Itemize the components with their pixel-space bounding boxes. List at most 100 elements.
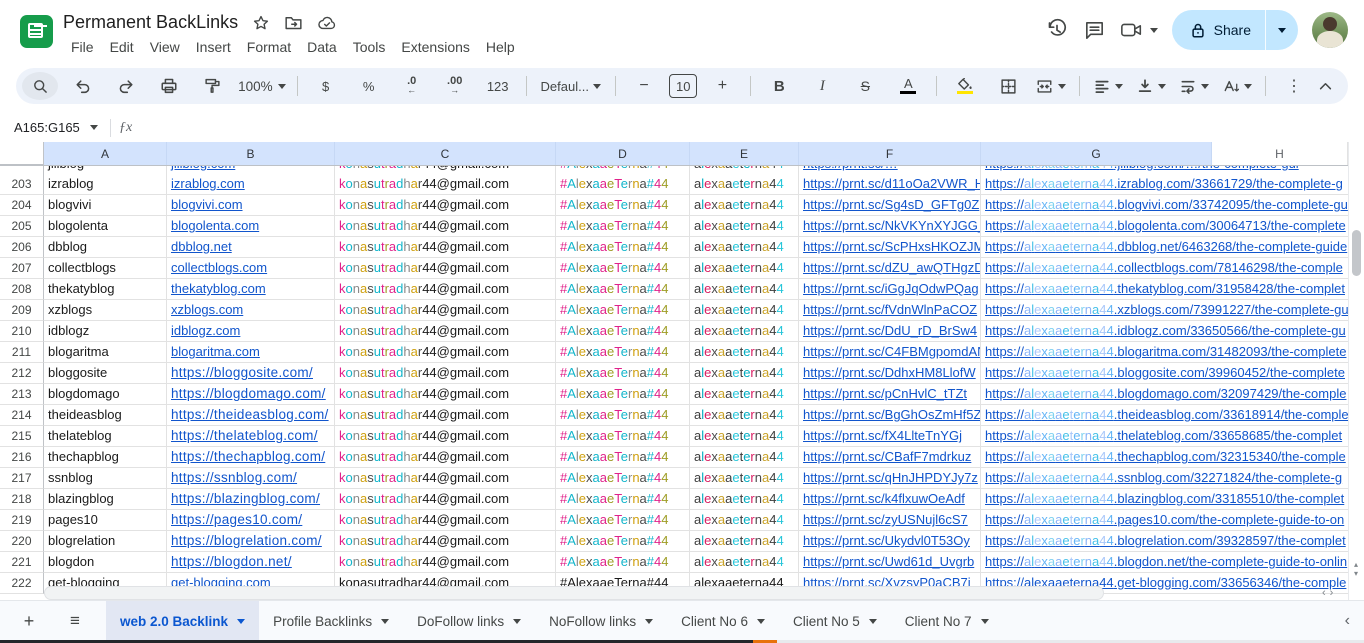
select-all-corner[interactable] [0,142,44,165]
collapse-toolbar-icon[interactable] [1319,82,1332,90]
more-toolbar-options[interactable]: ⋮ [1276,72,1312,100]
cell[interactable]: https://alexaaeterna44.thelateblog.com/3… [981,426,1348,447]
cell[interactable]: konasutradhar44@gmail.com [335,195,556,216]
menu-item-file[interactable]: File [63,36,102,58]
row-header[interactable]: 206 [0,237,44,258]
name-box[interactable]: A165:G165 [0,120,102,135]
cell[interactable]: https://prnt.sc/Uwd61d_Uvgrb [799,552,981,573]
cell[interactable]: https://prnt.sc/C4FBMgpomdAN [799,342,981,363]
cell[interactable]: https://alexaaeterna44.blogvivi.com/3374… [981,195,1348,216]
cell[interactable]: #AlexaaeTerna#44 [556,363,690,384]
menu-item-insert[interactable]: Insert [188,36,239,58]
row-header[interactable]: 213 [0,384,44,405]
menu-item-view[interactable]: View [142,36,188,58]
column-header-G[interactable]: G [981,142,1212,165]
cell[interactable]: https://prnt.sc/NkVKYnXYJGG_ [799,216,981,237]
cell[interactable]: blogdon [44,552,167,573]
cell[interactable]: konasutradhar44@gmail.com [335,405,556,426]
row-header[interactable]: 210 [0,321,44,342]
cell[interactable]: https://prnt.sc/dZU_awQTHgzD [799,258,981,279]
cell[interactable]: konasutradhar44@gmail.com [335,426,556,447]
row-header[interactable]: 218 [0,489,44,510]
sheet-tab-profile-backlinks[interactable]: Profile Backlinks [259,601,403,641]
vertical-align-button[interactable] [1133,72,1169,100]
horizontal-align-button[interactable] [1090,72,1126,100]
cell[interactable]: https://prnt.sc/BgGhOsZmHf5Z [799,405,981,426]
sheet-tab-menu-caret[interactable] [381,619,389,624]
row-header[interactable]: 207 [0,258,44,279]
share-dropdown[interactable] [1265,10,1298,50]
cell[interactable]: alexaaeterna44 [690,552,799,573]
row-header[interactable]: 220 [0,531,44,552]
cell[interactable]: konasutradhar44@gmail.com [335,321,556,342]
cell[interactable]: https://blogdomago.com/ [167,384,335,405]
cloud-saved-icon[interactable] [317,15,337,31]
cell[interactable]: https://prnt.sc/Sg4sD_GFTg0Z [799,195,981,216]
cell[interactable]: alexaaeterna44 [690,405,799,426]
cell[interactable]: https://alexaaeterna44.blogdon.net/the-c… [981,552,1348,573]
menu-item-data[interactable]: Data [299,36,345,58]
cell[interactable]: alexaaeterna44 [690,363,799,384]
cell[interactable]: https://thechapblog.com/ [167,447,335,468]
menu-item-tools[interactable]: Tools [345,36,394,58]
cell[interactable]: https://prnt.sc/iGgJqOdwPQag [799,279,981,300]
sheet-tab-nofollow-links[interactable]: NoFollow links [535,601,667,641]
paint-format-icon[interactable] [194,72,230,100]
text-rotation-button[interactable] [1219,72,1255,100]
cell[interactable]: https://alexaaeterna44.thechapblog.com/3… [981,447,1348,468]
decrease-decimal-button[interactable]: .0← [394,72,430,100]
column-header-E[interactable]: E [690,142,799,165]
cell[interactable]: https://prnt.sc/pCnHvlC_tTZt [799,384,981,405]
horizontal-scroll-arrows[interactable]: ‹› [1322,587,1337,599]
cell[interactable]: https://alexaaeterna44.jiliblog.com/…/th… [981,166,1348,174]
vertical-scrollbar[interactable] [1348,142,1364,600]
cell[interactable]: https://pages10.com/ [167,510,335,531]
cell[interactable]: #AlexaaeTerna#44 [556,342,690,363]
tab-scroll-left-icon[interactable]: ‹ [1345,601,1350,641]
increase-font-size-button[interactable]: + [704,72,740,100]
meet-video-icon[interactable] [1120,20,1158,40]
column-header-C[interactable]: C [335,142,556,165]
cell[interactable]: alexaaeterna44 [690,321,799,342]
add-sheet-button[interactable]: + [12,601,46,641]
cell[interactable]: #AlexaaeTerna#44 [556,426,690,447]
column-header-H[interactable]: H [1212,142,1348,165]
cell[interactable]: konasutradhar44@gmail.com [335,258,556,279]
cell[interactable]: https://prnt.sc/fVdnWlnPaCOZ [799,300,981,321]
cell[interactable]: konasutradhar44@gmail.com [335,237,556,258]
row-header[interactable] [0,166,44,174]
star-icon[interactable] [252,14,270,32]
column-header-B[interactable]: B [167,142,335,165]
cell[interactable]: blogdomago [44,384,167,405]
sheet-tab-dofollow-links[interactable]: DoFollow links [403,601,535,641]
font-size-input[interactable]: 10 [669,74,697,98]
column-header-A[interactable]: A [44,142,167,165]
cell[interactable]: https://blogrelation.com/ [167,531,335,552]
cell[interactable]: alexaaeterna44 [690,258,799,279]
cell[interactable]: #AlexaaeTerna#44 [556,166,690,174]
cell[interactable]: thechapblog [44,447,167,468]
italic-button[interactable]: I [804,72,840,100]
cell[interactable]: alexaaeterna44 [690,279,799,300]
format-currency-button[interactable]: $ [308,72,344,100]
row-header[interactable]: 216 [0,447,44,468]
cell[interactable]: jiliblog [44,166,167,174]
all-sheets-icon[interactable]: ≡ [58,601,92,641]
fill-color-button[interactable] [947,72,983,100]
cell[interactable]: https://alexaaeterna44.theideasblog.com/… [981,405,1348,426]
sheet-tab-menu-caret[interactable] [757,619,765,624]
sheet-tab-menu-caret[interactable] [869,619,877,624]
sheets-logo-icon[interactable] [20,15,53,48]
row-header[interactable]: 222 [0,573,44,594]
bold-button[interactable]: B [761,72,797,100]
cell[interactable]: #AlexaaeTerna#44 [556,447,690,468]
column-header-D[interactable]: D [556,142,690,165]
cell[interactable]: #AlexaaeTerna#44 [556,468,690,489]
cell[interactable]: alexaaeterna44 [690,426,799,447]
cell[interactable]: https://prnt.sc/ScPHxsHKOZJM [799,237,981,258]
cell[interactable]: https://alexaaeterna44.blogolenta.com/30… [981,216,1348,237]
redo-icon[interactable] [108,72,144,100]
cell[interactable]: konasutradhar44@gmail.com [335,216,556,237]
cell[interactable]: konasutradhar44@gmail.com [335,531,556,552]
cell[interactable]: blogrelation [44,531,167,552]
